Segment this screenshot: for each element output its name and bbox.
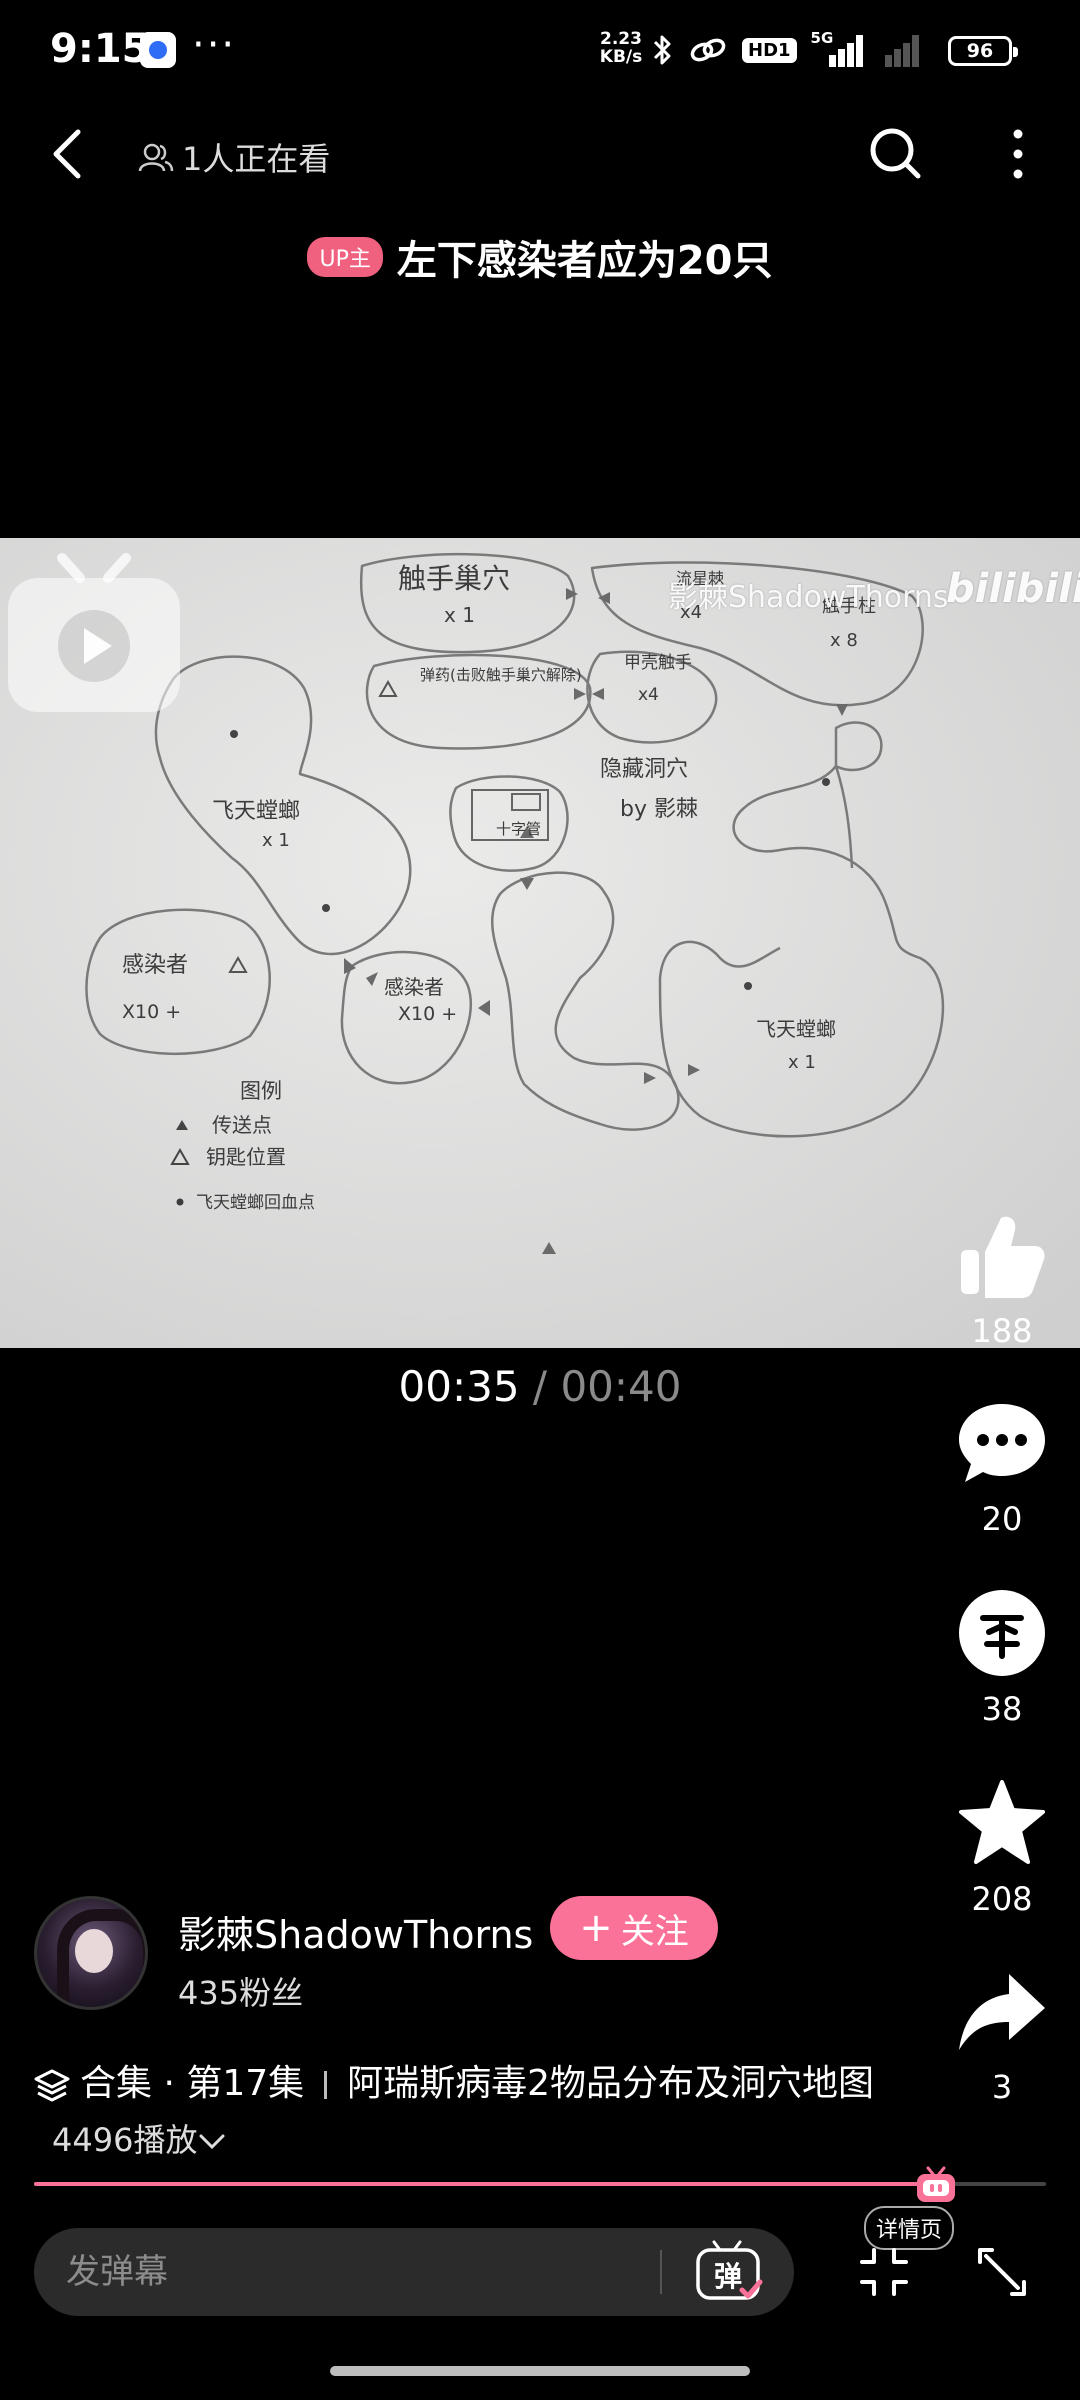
thumbs-up-icon: [961, 1216, 1045, 1298]
current-time: 00:35: [398, 1362, 520, 1411]
map-label-pillar-count: x 8: [830, 630, 858, 651]
follow-label: 关注: [620, 1911, 689, 1952]
more-vertical-icon: [1013, 129, 1023, 179]
map-legend-teleport: 传送点: [212, 1113, 272, 1137]
map-label-hidden-cave: 隐藏洞穴: [600, 757, 688, 782]
share-button[interactable]: 3: [940, 1956, 1064, 2106]
avatar[interactable]: [34, 1896, 148, 2010]
map-legend-respawn: 飞天螳螂回血点: [196, 1193, 315, 1213]
exit-fullscreen-icon[interactable]: [858, 2246, 910, 2298]
video-title: 阿瑞斯病毒2物品分布及洞穴地图: [347, 2063, 875, 2104]
follow-button[interactable]: + 关注: [550, 1896, 718, 1960]
collection-divider: [324, 2071, 328, 2099]
coin-button[interactable]: 38: [940, 1578, 1064, 1728]
map-label-mantis-1: 飞天螳螂: [212, 799, 300, 824]
up-badge: UP主: [307, 237, 383, 277]
map-label-infected-left-count: X10 +: [122, 1001, 181, 1023]
map-label-armor-count: x4: [638, 685, 659, 705]
map-label-nest: 触手巢穴: [398, 562, 510, 595]
map-legend-title: 图例: [240, 1079, 282, 1103]
fan-count: 435粉丝: [178, 1974, 304, 2012]
back-arrow-icon: [53, 129, 81, 179]
video-player[interactable]: 触手巢穴 x 1 流星棘 x4 触手柱 x 8 弹药(击败触手巢穴解除) 甲壳触…: [0, 538, 1080, 1348]
detail-page-label[interactable]: 详情页: [864, 2206, 955, 2250]
pinned-comment-text: 左下感染者应为20只: [396, 238, 773, 284]
play-icon[interactable]: [0, 538, 188, 718]
search-button[interactable]: [866, 124, 926, 184]
favorite-button[interactable]: 208: [940, 1768, 1064, 1918]
share-count: 3: [991, 2068, 1013, 2106]
coin-icon: [959, 1590, 1045, 1676]
top-nav: 1人正在看: [0, 110, 1080, 200]
network-speed: 2.23 KB/s: [596, 30, 646, 66]
map-legend-key: 钥匙位置: [206, 1145, 286, 1169]
playback-time: 00:35 / 00:40: [0, 1362, 1080, 1411]
share-icon: [959, 1974, 1045, 2050]
hd-badge: HD1: [742, 37, 797, 63]
home-indicator[interactable]: [330, 2366, 750, 2376]
bluetooth-icon: [653, 35, 671, 65]
comment-count: 20: [981, 1500, 1023, 1538]
plus-icon: +: [579, 1905, 613, 1951]
progress-bar[interactable]: [34, 2182, 1046, 2186]
map-label-cross-key: 十字管: [496, 820, 541, 838]
viewer-count-text: 1人正在看: [182, 140, 331, 178]
map-label-infected-mid-count: X10 +: [398, 1003, 457, 1025]
total-time: 00:40: [560, 1362, 682, 1411]
signal-5g-icon: 5G: [811, 29, 865, 67]
status-bar: 9:15 ··· 2.23 KB/s HD1 5G 96: [0, 0, 1080, 100]
uploader-name[interactable]: 影棘ShadowThorns: [178, 1904, 533, 1959]
map-label-armor: 甲壳触手: [624, 653, 692, 673]
map-label-mantis-2-count: x 1: [788, 1052, 816, 1073]
time-separator: /: [532, 1362, 548, 1411]
layers-icon: [34, 2069, 70, 2102]
link-icon: [690, 38, 726, 62]
rotate-screen-icon[interactable]: [976, 2246, 1028, 2298]
map-label-infected-mid: 感染者: [384, 975, 444, 999]
comment-icon: [959, 1404, 1045, 1482]
map-label-mantis-1-count: x 1: [262, 830, 290, 851]
danmaku-input[interactable]: [66, 2228, 646, 2316]
map-label-nest-count: x 1: [444, 603, 475, 627]
coin-count: 38: [981, 1690, 1023, 1728]
like-button[interactable]: 188: [940, 1200, 1064, 1350]
danmaku-divider: [660, 2250, 662, 2294]
map-label-mantis-2: 飞天螳螂: [756, 1017, 836, 1041]
danmaku-icon: 弹: [696, 2240, 763, 2300]
comment-button[interactable]: 20: [940, 1388, 1064, 1538]
back-button[interactable]: [40, 126, 96, 182]
signal-secondary-icon: [879, 33, 933, 67]
status-icons: HD1 5G: [652, 29, 933, 70]
favorite-count: 208: [971, 1880, 1033, 1918]
bilibili-logo: bilibili: [946, 566, 1080, 612]
play-count: 4496播放: [52, 2121, 198, 2159]
more-notifications-icon: ···: [192, 22, 237, 68]
chevron-down-icon[interactable]: [197, 2126, 227, 2156]
status-time: 9:15: [50, 26, 150, 72]
map-label-by-author: by 影棘: [620, 797, 698, 822]
danmaku-toggle-button[interactable]: 弹: [690, 2238, 770, 2306]
video-watermark: 影棘ShadowThorns: [668, 580, 949, 615]
app-notification-icon: [140, 32, 176, 68]
progress-fill: [34, 2182, 935, 2186]
network-speed-unit: KB/s: [599, 47, 643, 67]
network-speed-value: 2.23: [600, 29, 642, 49]
viewer-count: 1人正在看: [138, 134, 330, 180]
network-type: 5G: [810, 29, 834, 47]
danmaku-toggle-label: 弹: [714, 2260, 742, 2293]
map-label-infected-left: 感染者: [122, 953, 188, 978]
like-count: 188: [971, 1312, 1033, 1350]
search-icon: [870, 128, 921, 179]
viewers-icon: [138, 143, 174, 172]
more-options-button[interactable]: [1000, 124, 1036, 184]
collection-info[interactable]: 合集 · 第17集 阿瑞斯病毒2物品分布及洞穴地图 4496播放: [34, 2056, 914, 2168]
battery-icon: 96: [948, 36, 1018, 66]
collection-label: 合集 · 第17集: [80, 2063, 305, 2104]
star-icon: [959, 1780, 1045, 1864]
pinned-comment: UP主 左下感染者应为20只: [0, 228, 1080, 286]
danmaku-input-bar: 弹: [34, 2228, 794, 2316]
map-label-ammo: 弹药(击败触手巢穴解除): [420, 666, 582, 684]
progress-thumb-tv-icon[interactable]: [914, 2164, 958, 2204]
